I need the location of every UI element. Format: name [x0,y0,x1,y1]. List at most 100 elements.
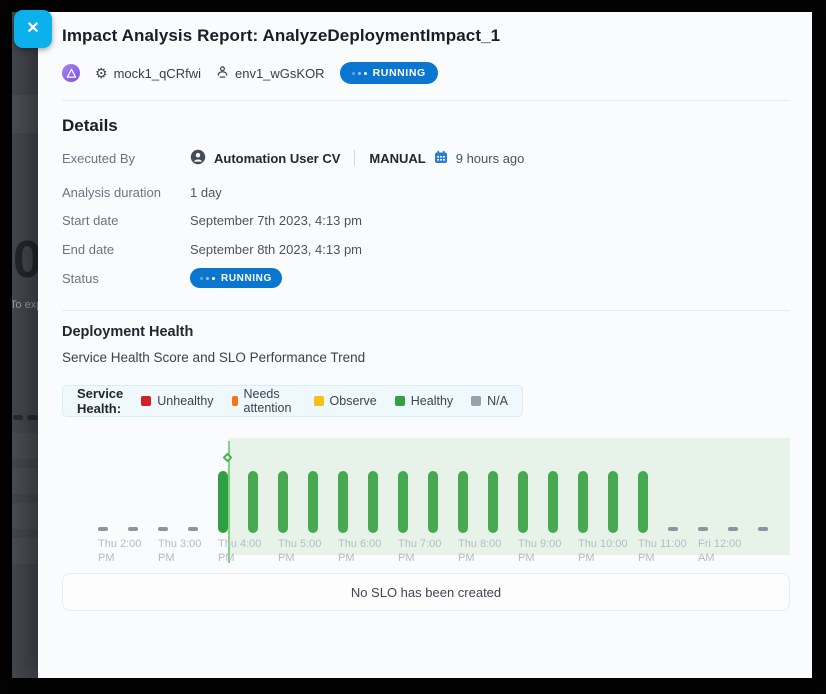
running-spinner-icon [352,72,367,75]
legend-swatch-icon [314,396,324,406]
health-bar[interactable] [638,471,648,533]
service-health-trend-chart[interactable]: Thu 2:00PMThu 3:00PMThu 4:00PMThu 5:00PM… [62,432,790,572]
health-bar[interactable] [368,471,378,533]
separator [354,150,355,166]
legend-item: Healthy [395,394,453,408]
environment-icon [216,65,229,81]
x-axis-tick-label: Thu 4:00PM [218,538,261,565]
detail-label: Analysis duration [62,185,190,200]
x-axis-tick-label: Thu 7:00PM [398,538,441,565]
divider [62,310,790,311]
health-bar[interactable] [458,471,468,533]
service-health-legend: Service Health: Unhealthy Needs attention… [62,385,523,417]
x-axis-tick-label: Thu 9:00PM [518,538,561,565]
close-icon: ✕ [26,20,39,37]
deployment-health-heading: Deployment Health [62,324,193,340]
running-spinner-icon [200,277,215,280]
screenshot-frame: 0 To exp ✕ Impact Analysis Report: Analy… [0,0,826,694]
no-data-dash[interactable] [758,527,768,531]
monitored-service-name: mock1_qCRfwi [114,66,201,81]
legend-swatch-icon [232,396,238,406]
executed-by-user: Automation User CV [214,151,340,166]
detail-label: Status [62,271,190,286]
x-axis-tick-label: Thu 6:00PM [338,538,381,565]
status-text: RUNNING [373,67,426,79]
detail-row-status: Status RUNNING [62,268,282,288]
x-axis-tick-label: Thu 8:00PM [458,538,501,565]
legend-swatch-icon [141,396,151,406]
user-avatar-icon [190,149,206,168]
x-axis-tick-label: Thu 5:00PM [278,538,321,565]
no-slo-message-box: No SLO has been created [62,573,790,611]
close-button[interactable]: ✕ [14,10,52,48]
report-meta-row: ⚙ mock1_qCRfwi env1_wGsKOR RUNNING [62,61,438,85]
impact-analysis-report-drawer: Impact Analysis Report: AnalyzeDeploymen… [38,12,812,678]
background-page-dimmed: 0 To exp [12,12,38,678]
status-badge-details: RUNNING [190,268,282,288]
health-bar[interactable] [308,471,318,533]
no-data-dash[interactable] [98,527,108,531]
no-slo-message: No SLO has been created [351,585,501,600]
status-badge-header: RUNNING [340,62,438,84]
analysis-duration-value: 1 day [190,185,222,200]
health-bar[interactable] [548,471,558,533]
health-bar[interactable] [608,471,618,533]
health-bar[interactable] [578,471,588,533]
drawer-title: Impact Analysis Report: AnalyzeDeploymen… [62,26,500,46]
calendar-icon [434,150,448,167]
start-date-value: September 7th 2023, 4:13 pm [190,213,362,228]
legend-swatch-icon [471,396,481,406]
detail-row-executed-by: Executed By Automation User CV MANUAL 9 … [62,148,524,168]
health-bar[interactable] [428,471,438,533]
x-axis-tick-label: Fri 12:00AM [698,538,741,565]
background-dash [27,415,38,420]
detail-label: Start date [62,213,190,228]
background-band [12,95,38,133]
legend-items: Unhealthy Needs attention Observe Healthy N/… [141,387,508,415]
legend-item: Unhealthy [141,394,213,408]
background-row [12,468,38,494]
health-bar[interactable] [248,471,258,533]
detail-row-start-date: Start date September 7th 2023, 4:13 pm [62,210,362,230]
no-data-dash[interactable] [188,527,198,531]
health-bar[interactable] [278,471,288,533]
x-axis-tick-label: Thu 11:00PM [638,538,687,565]
background-row [12,538,38,564]
legend-item: Observe [314,394,377,408]
service-reliability-icon [62,64,80,82]
health-bar[interactable] [218,471,228,533]
health-bar[interactable] [398,471,408,533]
x-axis-tick-label: Thu 3:00PM [158,538,201,565]
divider [62,100,790,101]
legend-item: N/A [471,394,508,408]
details-heading: Details [62,116,118,136]
environment-name: env1_wGsKOR [235,66,325,81]
trigger-type: MANUAL [369,151,425,166]
no-data-dash[interactable] [668,527,678,531]
background-row [12,503,38,529]
executed-time-ago: 9 hours ago [456,151,525,166]
monitored-service-link[interactable]: ⚙ mock1_qCRfwi [95,66,201,81]
detail-row-analysis-duration: Analysis duration 1 day [62,182,222,202]
health-bar[interactable] [488,471,498,533]
legend-title: Service Health: [77,386,123,416]
legend-item: Needs attention [232,387,296,415]
gear-icon: ⚙ [95,66,108,80]
environment-link[interactable]: env1_wGsKOR [216,65,325,81]
background-metric-number: 0 [13,230,38,290]
detail-row-end-date: End date September 8th 2023, 4:13 pm [62,239,362,259]
x-axis-tick-label: Thu 10:00PM [578,538,628,565]
legend-swatch-icon [395,396,405,406]
background-dash [13,415,23,420]
chart-subtitle: Service Health Score and SLO Performance… [62,350,365,365]
end-date-value: September 8th 2023, 4:13 pm [190,242,362,257]
no-data-dash[interactable] [128,527,138,531]
background-hint-text: To exp [12,299,38,311]
no-data-dash[interactable] [158,527,168,531]
status-text: RUNNING [221,273,272,284]
no-data-dash[interactable] [728,527,738,531]
health-bar[interactable] [338,471,348,533]
detail-label: Executed By [62,151,190,166]
no-data-dash[interactable] [698,527,708,531]
health-bar[interactable] [518,471,528,533]
